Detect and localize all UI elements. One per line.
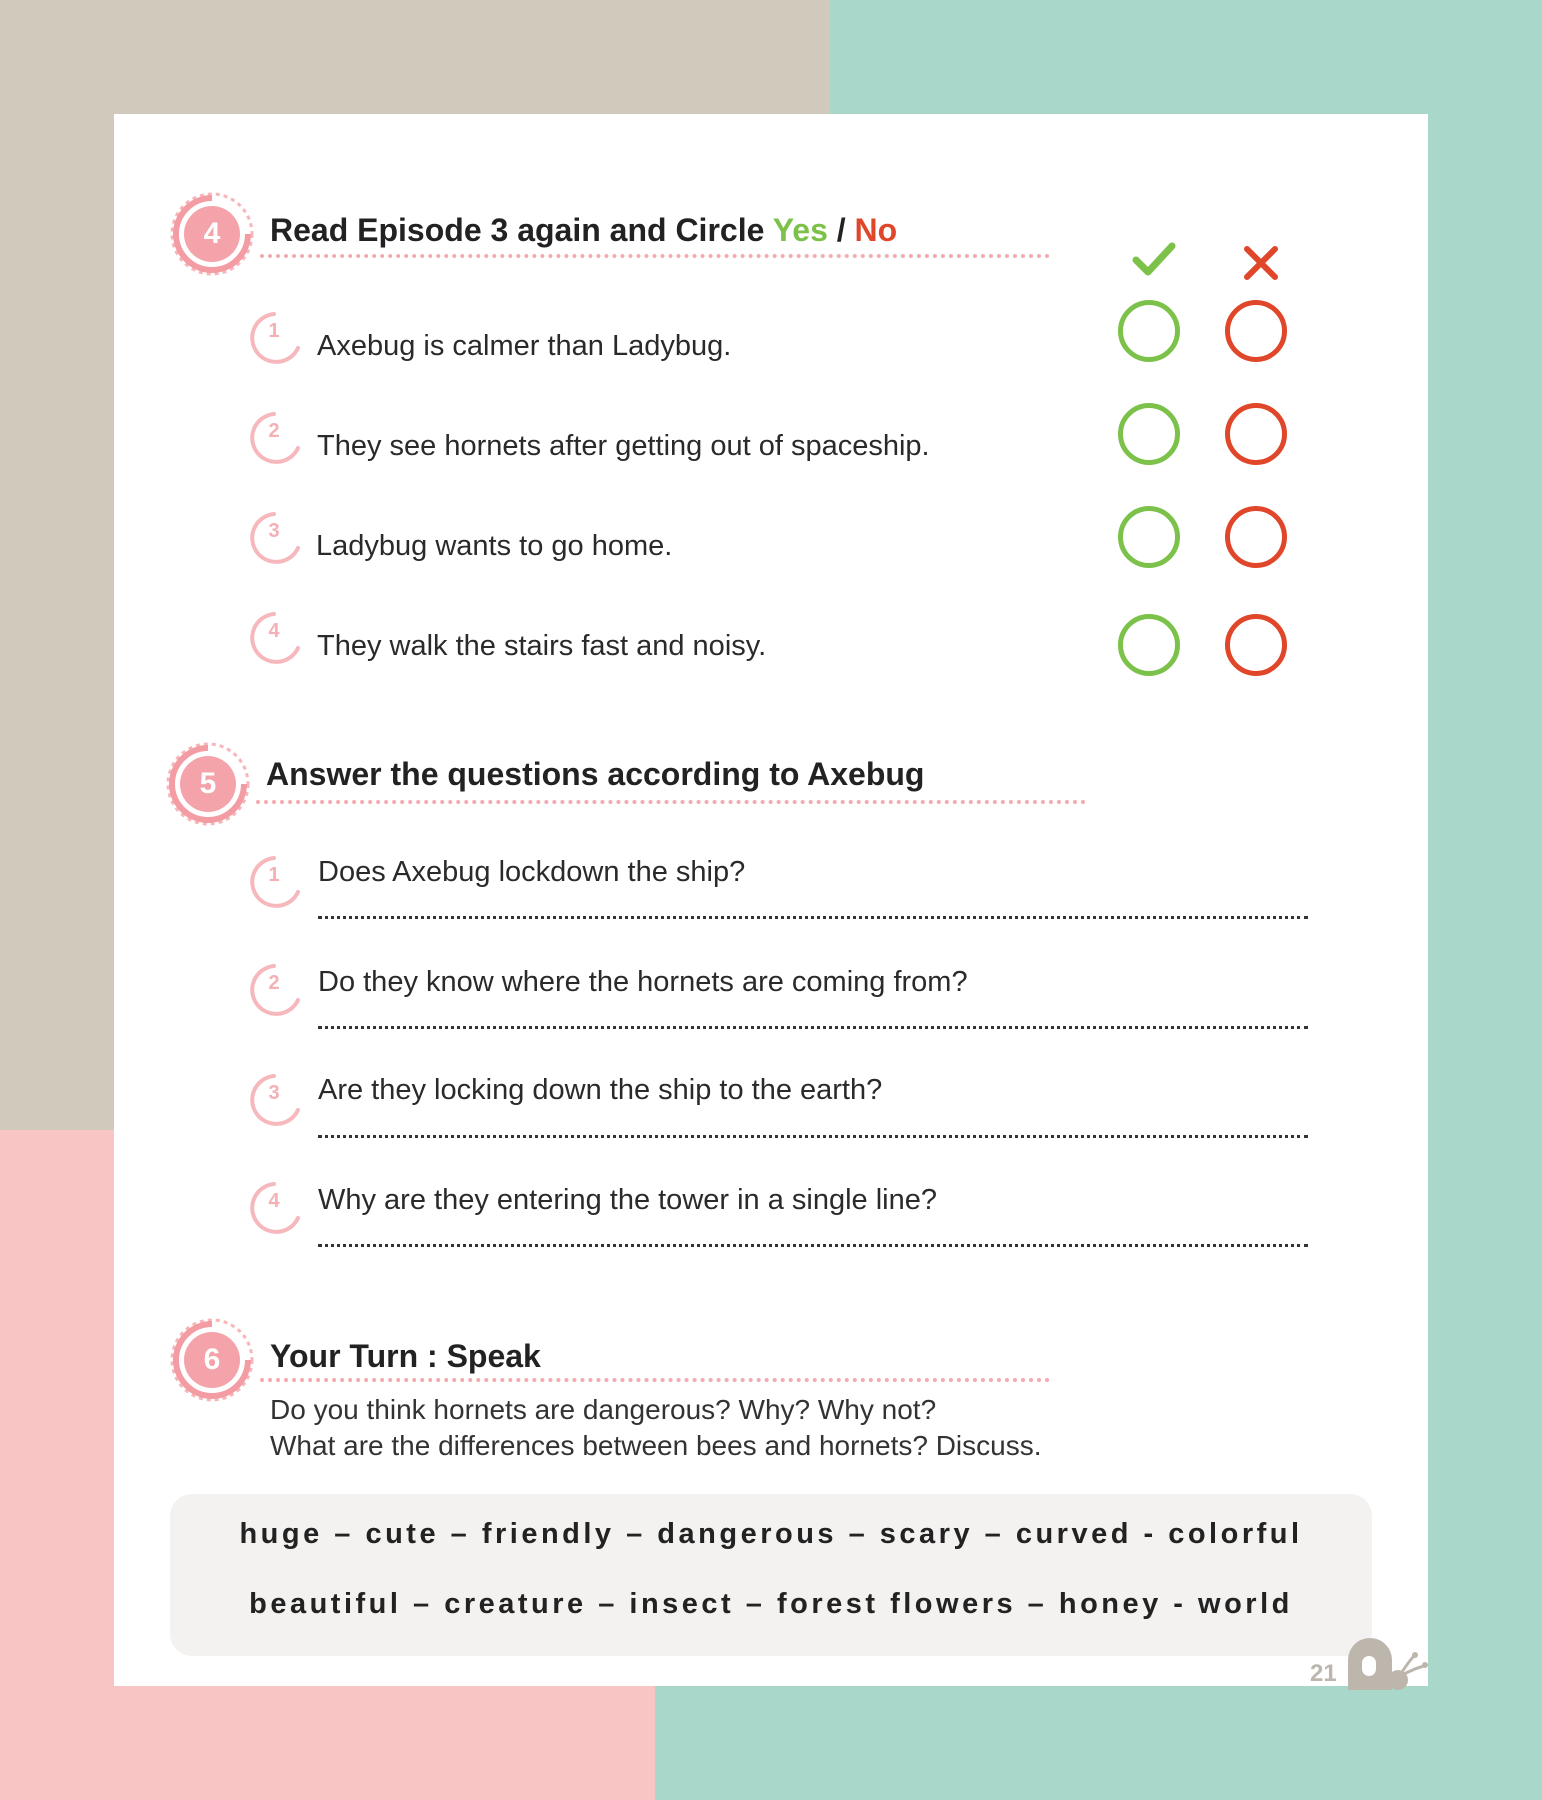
- section-5-badge: 5: [166, 742, 250, 826]
- speak-prompt-line-2: What are the differences between bees an…: [270, 1430, 1042, 1461]
- section-5-underline: [256, 800, 1086, 804]
- answer-line[interactable]: [318, 916, 1308, 919]
- check-icon: [1132, 242, 1176, 276]
- no-label: No: [854, 212, 898, 248]
- word-bank-line-2: beautiful – creature – insect – forest f…: [249, 1588, 1293, 1620]
- question-text: Why are they entering the tower in a sin…: [318, 1184, 938, 1216]
- statement-text: Axebug is calmer than Ladybug.: [317, 330, 732, 362]
- statement-text: Ladybug wants to go home.: [316, 530, 673, 562]
- section-4-badge: 4: [170, 192, 254, 276]
- section-6-badge: 6: [170, 1318, 254, 1402]
- item-number-badge: 1: [246, 854, 302, 910]
- cross-icon: [1244, 246, 1278, 280]
- yes-circle[interactable]: [1118, 614, 1180, 676]
- section-5-title: Answer the questions according to Axebug: [266, 756, 925, 792]
- yes-label: Yes: [772, 212, 828, 248]
- item-number-badge: 4: [246, 1180, 302, 1236]
- item-number-badge: 3: [246, 1072, 302, 1128]
- section-4-underline: [260, 254, 1050, 258]
- no-circle[interactable]: [1225, 614, 1287, 676]
- speak-prompt-line-1: Do you think hornets are dangerous? Why?…: [270, 1394, 937, 1425]
- statement-text: They walk the stairs fast and noisy.: [317, 630, 767, 662]
- item-number-badge: 4: [246, 610, 302, 666]
- bug-mascot-icon: [1348, 1638, 1428, 1690]
- answer-line[interactable]: [318, 1026, 1308, 1029]
- item-number-badge: 2: [246, 962, 302, 1018]
- yes-circle[interactable]: [1118, 403, 1180, 465]
- section-6-title: Your Turn : Speak: [270, 1338, 541, 1374]
- section-6-number: 6: [203, 1343, 221, 1376]
- item-number-badge: 2: [246, 410, 302, 466]
- yes-circle[interactable]: [1118, 506, 1180, 568]
- item-number-badge: 3: [246, 510, 302, 566]
- yes-circle[interactable]: [1118, 300, 1180, 362]
- item-number-badge: 1: [246, 310, 302, 366]
- word-bank-line-1: huge – cute – friendly – dangerous – sca…: [239, 1518, 1303, 1550]
- answer-line[interactable]: [318, 1135, 1308, 1138]
- section-6-underline: [260, 1378, 1050, 1382]
- background-mint-bottom: [655, 1686, 1542, 1800]
- question-text: Do they know where the hornets are comin…: [318, 966, 968, 998]
- question-text: Does Axebug lockdown the ship?: [318, 856, 746, 888]
- section-4-title: Read Episode 3 again and Circle Yes / No: [270, 212, 898, 248]
- page-number: 21: [1310, 1660, 1337, 1687]
- word-bank: huge – cute – friendly – dangerous – sca…: [170, 1494, 1372, 1656]
- no-circle[interactable]: [1225, 403, 1287, 465]
- answer-line[interactable]: [318, 1244, 1308, 1247]
- question-text: Are they locking down the ship to the ea…: [318, 1074, 883, 1106]
- statement-text: They see hornets after getting out of sp…: [317, 430, 930, 462]
- worksheet-page: 4 Read Episode 3 again and Circle Yes / …: [114, 114, 1428, 1686]
- section-4-number: 4: [203, 217, 221, 250]
- no-circle[interactable]: [1225, 506, 1287, 568]
- no-circle[interactable]: [1225, 300, 1287, 362]
- section-5-number: 5: [199, 767, 217, 800]
